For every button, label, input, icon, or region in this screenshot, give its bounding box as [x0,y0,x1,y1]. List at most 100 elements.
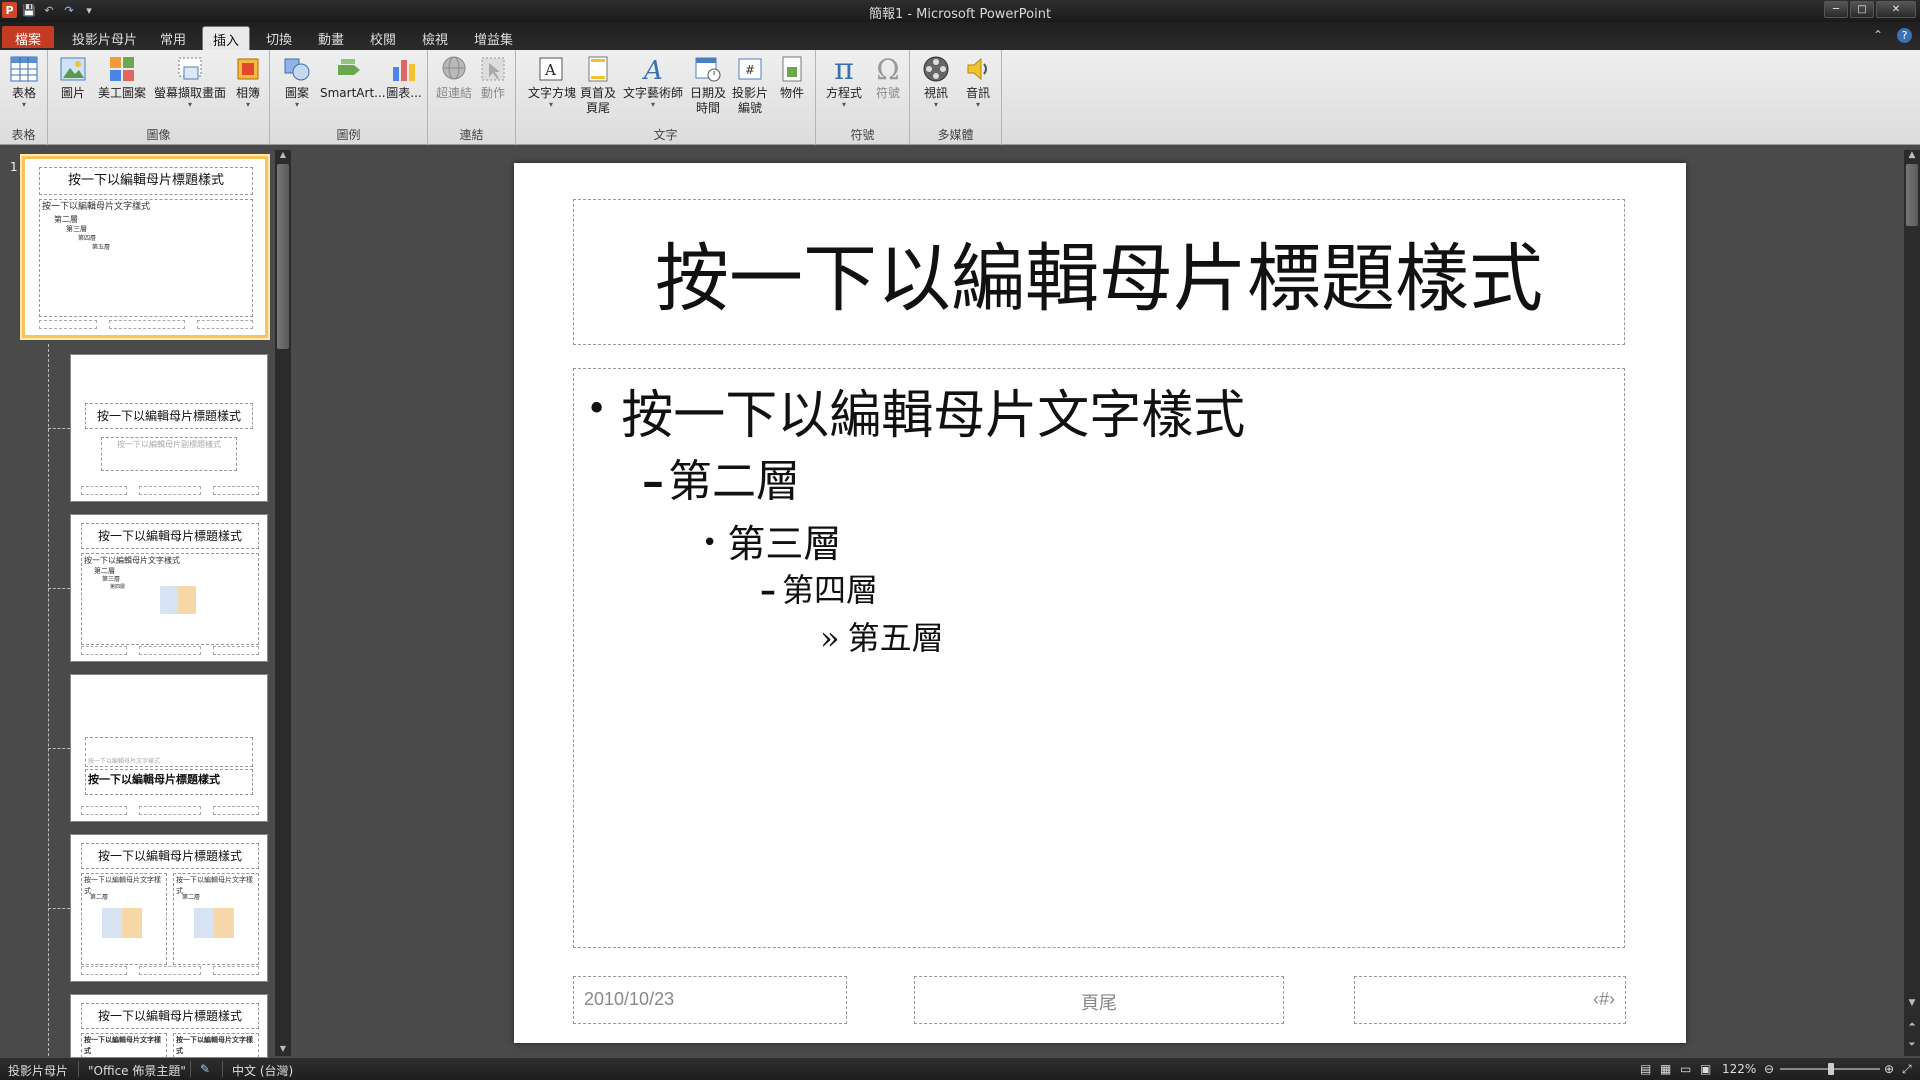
header-footer-button[interactable]: 頁首及 頁尾 [578,54,618,116]
date-placeholder[interactable]: 2010/10/23 [573,976,847,1024]
scroll-down-icon[interactable]: ▼ [1904,998,1920,1008]
thumbnail-layout-section[interactable]: 按一下以編輯母片文字樣式 按一下以編輯母片標題樣式 [70,674,268,822]
window-controls: ─ □ ✕ [1824,1,1916,18]
minimize-button[interactable]: ─ [1824,1,1848,18]
normal-view-icon[interactable]: ▤ [1640,1062,1651,1076]
fit-to-window-icon[interactable]: ⤢ [1902,1062,1912,1077]
text-level-1: • 按一下以編輯母片文字樣式 [586,373,1245,448]
hyperlink-button[interactable]: 超連結 [436,54,472,101]
thumbnail-text-l1: 按一下以編輯母片文字樣式 [176,1036,253,1055]
help-icon[interactable]: ? [1897,28,1912,43]
thumbnail-footer [81,966,127,975]
zoom-out-icon[interactable]: ⊖ [1764,1062,1774,1076]
raquo-icon: » [820,619,840,657]
tab-transitions[interactable]: 切換 [256,26,302,50]
slideshow-icon[interactable]: ▣ [1700,1062,1711,1076]
slide-number-placeholder[interactable]: ‹#› [1354,976,1626,1024]
datetime-button[interactable]: 日期及 時間 [688,54,728,116]
connector-branch [48,748,70,749]
tab-file[interactable]: 檔案 [2,26,54,48]
status-separator [190,1061,191,1077]
equation-button[interactable]: π 方程式 ▾ [822,52,866,109]
smartart-button[interactable]: SmartArt... [320,54,386,101]
zoom-level[interactable]: 122% [1722,1062,1756,1076]
thumbnail-layout-content[interactable]: 按一下以編輯母片標題樣式 按一下以編輯母片文字樣式 第二層 第三層 第四層 [70,514,268,662]
wordart-button[interactable]: A 文字藝術師 ▾ [622,54,684,109]
next-slide-icon[interactable]: ⏷ [1904,1040,1920,1050]
maximize-button[interactable]: □ [1850,1,1874,18]
slide-number-button[interactable]: # 投影片 編號 [730,54,770,116]
thumbnail-footer [39,320,97,329]
thumbnail-footer [213,646,259,655]
tab-review[interactable]: 校閱 [360,26,406,50]
previous-slide-icon[interactable]: ⏶ [1904,1020,1920,1030]
thumbnail-layout-two-content[interactable]: 按一下以編輯母片標題樣式 按一下以編輯母片文字樣式 第二層 按一下以編輯母片文字… [70,834,268,982]
picture-button[interactable]: 圖片 [58,54,88,101]
tab-animations[interactable]: 動畫 [308,26,354,50]
slide-scroll-thumb[interactable] [1906,164,1918,226]
thumbnail-footer [109,320,185,329]
tab-slide-master[interactable]: 投影片母片 [62,26,147,50]
video-button[interactable]: 視訊 ▾ [918,54,954,109]
scroll-up-icon[interactable]: ▲ [275,150,291,162]
tab-home[interactable]: 常用 [150,26,196,50]
status-language[interactable]: 中文 (台灣) [232,1062,293,1079]
audio-button[interactable]: 音訊 ▾ [960,54,996,109]
object-icon [777,54,807,84]
thumbnail-text-l2: 第二層 [182,894,201,901]
symbol-button[interactable]: Ω 符號 [870,52,906,101]
thumbnail-layout-title[interactable]: 按一下以編輯母片標題樣式 按一下以編輯母片副標題樣式 [70,354,268,502]
thumbnail-footer [81,646,127,655]
shapes-button[interactable]: 圖案 ▾ [280,54,314,109]
tab-insert[interactable]: 插入 [202,26,251,50]
svg-text:#: # [745,63,755,77]
thumbnail-scrollbar[interactable]: ▲ ▼ [275,150,291,1056]
screenshot-button[interactable]: 螢幕擷取畫面 ▾ [152,54,228,109]
thumbnail-footer [213,806,259,815]
scroll-down-icon[interactable]: ▼ [275,1044,291,1056]
thumbnail-slide-master[interactable]: 按一下以編輯母片標題樣式 按一下以編輯母片文字樣式 第二層 第三層 第四層 第五… [22,156,268,338]
reading-view-icon[interactable]: ▭ [1680,1062,1691,1076]
close-button[interactable]: ✕ [1876,1,1916,18]
zoom-in-icon[interactable]: ⊕ [1884,1062,1894,1076]
smartart-icon [335,54,365,84]
photo-album-button[interactable]: 相簿 ▾ [230,54,266,109]
title-placeholder[interactable]: 按一下以編輯母片標題樣式 [573,199,1625,345]
thumbnail-footer [213,486,259,495]
textbox-button[interactable]: A 文字方塊 ▾ [528,54,576,109]
group-label-symbols: 符號 [850,128,875,142]
table-button[interactable]: 表格 ▾ [6,54,42,109]
svg-text:A: A [642,56,663,83]
tab-view[interactable]: 檢視 [412,26,458,50]
chart-button[interactable]: 圖表... [384,54,424,101]
status-separator [78,1061,79,1077]
text-level-4: – 第四層 [760,565,878,611]
layout-connector [48,344,49,1056]
text-level-2-label: 第二層 [668,456,800,507]
footer-placeholder[interactable]: 頁尾 [914,976,1284,1024]
minimize-ribbon-icon[interactable]: ⌃ [1873,28,1883,43]
slide-scrollbar[interactable]: ▲ ▼ ⏶ ⏷ [1904,150,1920,1056]
globe-link-icon [439,54,469,84]
object-button[interactable]: 物件 [774,54,810,101]
table-icon [9,54,39,84]
zoom-slider-thumb[interactable] [1828,1063,1834,1075]
thumbnail-text-l5: 第五層 [92,244,111,251]
thumbnail-title: 按一下以編輯母片標題樣式 [39,167,253,195]
thumbnail-layout-comparison[interactable]: 按一下以編輯母片標題樣式 按一下以編輯母片文字樣式 按一下以編輯母片文字樣式 [70,994,268,1058]
text-level-5-label: 第五層 [847,619,944,657]
scroll-up-icon[interactable]: ▲ [1904,150,1920,160]
dash-icon: – [760,571,776,609]
spellcheck-icon[interactable]: ✎ [200,1062,210,1076]
content-placeholder-icons [102,908,142,938]
slide-sorter-icon[interactable]: ▦ [1660,1062,1671,1076]
action-button[interactable]: 動作 [476,54,510,101]
omega-icon: Ω [876,52,900,86]
group-media: 視訊 ▾ 音訊 ▾ 多媒體 [910,50,1002,145]
body-placeholder[interactable]: • 按一下以編輯母片文字樣式 –第二層 • 第三層 – 第四層 » 第五層 [573,368,1625,948]
status-theme: "Office 佈景主題" [88,1064,186,1078]
clipart-button[interactable]: 美工圖案 [96,54,148,101]
group-symbols: π 方程式 ▾ Ω 符號 符號 [816,50,910,145]
tab-addins[interactable]: 增益集 [464,26,523,50]
thumbnail-scroll-thumb[interactable] [277,164,289,349]
